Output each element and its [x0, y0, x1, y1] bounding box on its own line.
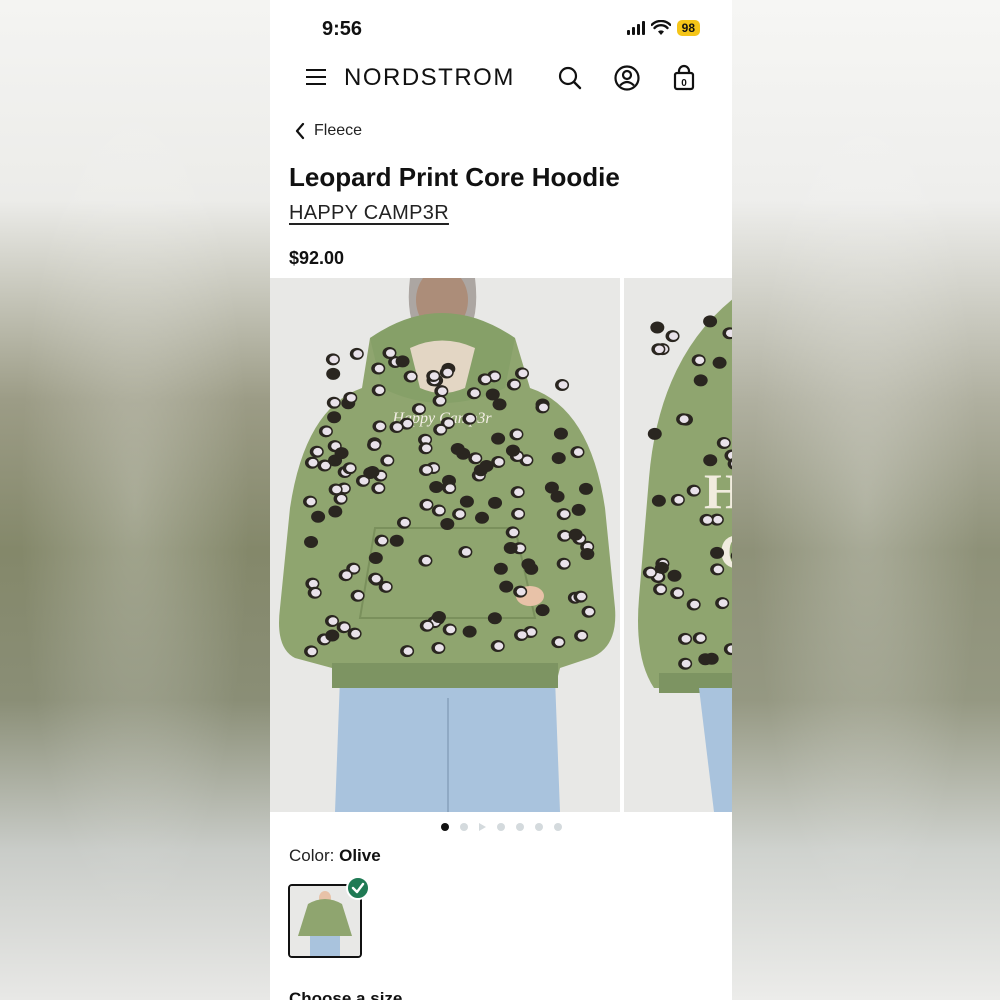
wifi-icon: [650, 20, 671, 35]
top-nav: NORDSTROM 0: [270, 56, 732, 100]
svg-text:0: 0: [681, 78, 687, 89]
status-icons: 98: [626, 20, 700, 36]
brand-link[interactable]: HAPPY CAMP3R: [289, 202, 449, 225]
search-icon[interactable]: [556, 64, 584, 92]
menu-icon[interactable]: [306, 66, 328, 86]
check-icon: [346, 876, 370, 900]
signal-icon: [626, 21, 645, 35]
size-prompt: Choose a size: [289, 989, 403, 1000]
product-image-front[interactable]: Happy Camp3r: [270, 278, 620, 812]
product-image-back[interactable]: H C: [624, 278, 732, 812]
bag-icon[interactable]: 0: [670, 64, 698, 92]
carousel-dot[interactable]: [459, 823, 468, 831]
color-value: Olive: [339, 846, 381, 865]
image-carousel[interactable]: Happy Camp3r H C: [270, 278, 732, 812]
carousel-dot[interactable]: [515, 823, 524, 831]
product-title: Leopard Print Core Hoodie: [289, 162, 620, 192]
color-label: Color: Olive: [289, 846, 381, 865]
carousel-dots: [270, 823, 732, 831]
phone-screen: 9:56 98 NORDSTROM 0 Fleece Leopard Print…: [270, 0, 732, 1000]
carousel-dot[interactable]: [440, 823, 449, 831]
battery-badge: 98: [676, 20, 700, 36]
nordstrom-logo[interactable]: NORDSTROM: [344, 64, 515, 92]
carousel-video-indicator[interactable]: [478, 823, 486, 831]
breadcrumb-back-link[interactable]: Fleece: [294, 122, 362, 140]
account-icon[interactable]: [613, 64, 641, 92]
product-price: $92.00: [289, 248, 345, 268]
carousel-dot[interactable]: [534, 823, 543, 831]
carousel-dot[interactable]: [553, 823, 562, 831]
status-bar: 9:56 98: [270, 0, 732, 56]
blurred-background-left: [0, 0, 270, 1000]
breadcrumb-label: Fleece: [314, 122, 363, 139]
svg-text:H: H: [704, 463, 732, 519]
blurred-background-right: [732, 0, 1000, 1000]
chevron-left-icon: [295, 122, 305, 140]
status-time: 9:56: [322, 18, 363, 40]
carousel-dot[interactable]: [496, 823, 505, 831]
